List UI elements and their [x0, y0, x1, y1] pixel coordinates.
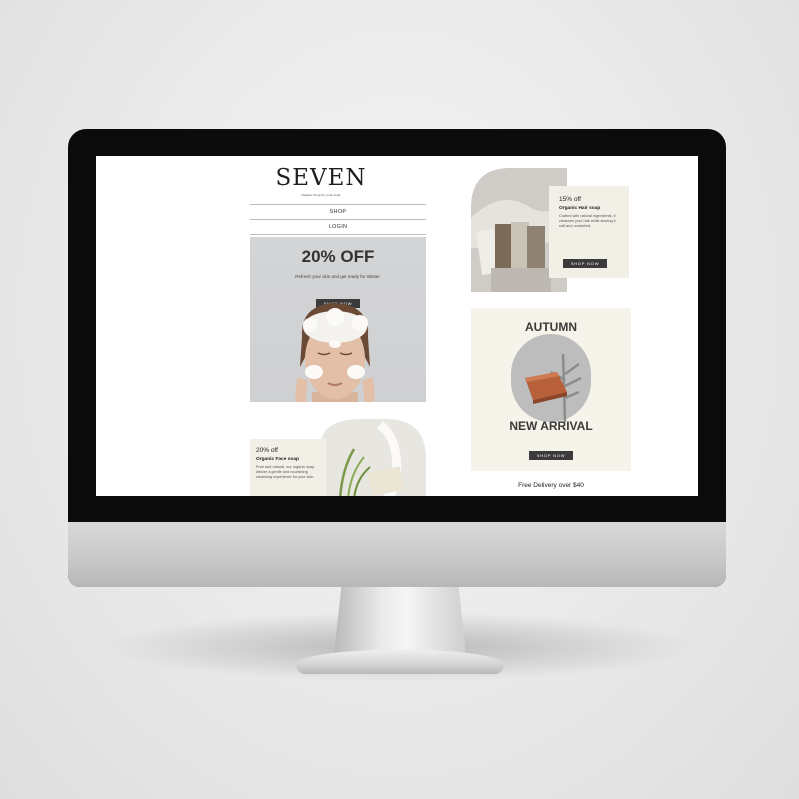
face-soap-name: Organic Face soap — [256, 457, 299, 462]
hair-soap-shop-now-button[interactable]: SHOP NOW — [563, 259, 607, 268]
nav-divider — [250, 219, 426, 220]
face-soap-description: Pure and natural, our organic soap deliv… — [256, 465, 315, 479]
nav-divider — [250, 234, 426, 235]
hair-soap-discount: 15% off — [559, 196, 581, 203]
face-soap-info: 20% off Organic Face soap Pure and natur… — [250, 439, 326, 496]
monitor-stand-base — [296, 650, 504, 674]
face-soap-card: 20% off Organic Face soap Pure and natur… — [250, 419, 426, 496]
nav-shop-link[interactable]: SHOP — [250, 209, 426, 215]
email-screen: SEVEN Organic Soap for your body SHOP LO… — [96, 156, 698, 496]
autumn-soap-image — [511, 334, 591, 422]
new-arrival-title: NEW ARRIVAL — [509, 419, 593, 433]
hero-banner: 20% OFF Refresh your skin and get ready … — [250, 237, 426, 402]
hair-soap-name: Organic Hair soap — [559, 206, 601, 211]
hero-subtitle: Refresh your skin and get ready for Wint… — [295, 274, 381, 279]
hair-soap-description: Crafted with natural ingredients, it cle… — [559, 214, 616, 228]
free-delivery-text: Free Delivery over $40 — [518, 482, 584, 489]
monitor-frame: SEVEN Organic Soap for your body SHOP LO… — [68, 129, 726, 587]
hair-soap-card: 15% off Organic Hair soap Crafted with n… — [471, 168, 631, 296]
hero-title: 20% OFF — [301, 247, 375, 266]
nav-login-link[interactable]: LOGIN — [250, 224, 426, 230]
nav-divider — [250, 204, 426, 205]
brand-logo[interactable]: SEVEN — [266, 165, 376, 191]
brand-tagline: Organic Soap for your body — [301, 193, 341, 197]
autumn-title: AUTUMN — [525, 320, 577, 334]
monitor-chin — [68, 522, 726, 587]
woman-face-image — [295, 303, 375, 402]
face-soap-image — [320, 419, 426, 496]
monitor-stand — [334, 582, 466, 654]
face-soap-discount: 20% off — [256, 447, 278, 454]
autumn-shop-now-button[interactable]: SHOP NOW — [529, 451, 573, 460]
autumn-new-arrival-banner: AUTUMN NEW ARRIVAL SHOP NOW — [471, 308, 631, 471]
